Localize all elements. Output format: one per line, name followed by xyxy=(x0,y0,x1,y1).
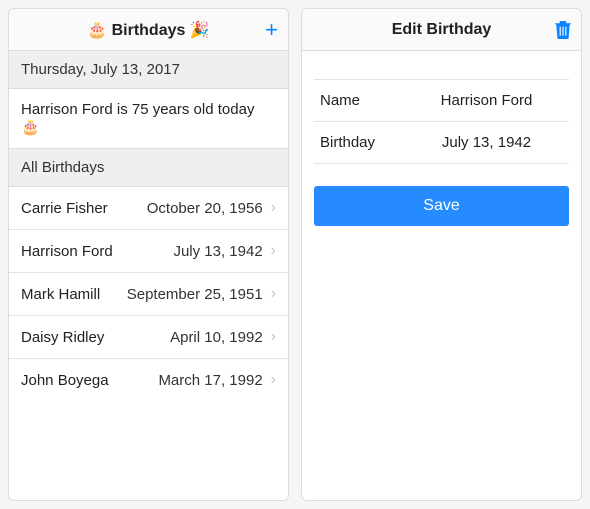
list-item[interactable]: Daisy RidleyApril 10, 1992› xyxy=(9,316,288,359)
birthday-field-label: Birthday xyxy=(320,134,410,151)
list-item-name: Mark Hamill xyxy=(21,286,100,303)
list-item-name: Daisy Ridley xyxy=(21,329,104,346)
add-birthday-button[interactable]: + xyxy=(265,9,278,50)
detail-title: Edit Birthday xyxy=(392,21,492,39)
chevron-right-icon: › xyxy=(271,199,276,217)
today-message: Harrison Ford is 75 years old today 🎂 xyxy=(9,89,288,149)
edit-birthday-panel: Edit Birthday Name Harrison Ford Birthda… xyxy=(301,8,582,501)
birthday-field-value: July 13, 1942 xyxy=(410,134,563,151)
birthday-list: Carrie FisherOctober 20, 1956›Harrison F… xyxy=(9,187,288,401)
list-title: 🎂 Birthdays 🎉 xyxy=(87,20,210,40)
chevron-right-icon: › xyxy=(271,328,276,346)
birthday-field-row[interactable]: Birthday July 13, 1942 xyxy=(314,122,569,164)
chevron-right-icon: › xyxy=(271,285,276,303)
list-item-date: April 10, 1992 xyxy=(104,329,270,346)
birthdays-list-panel: 🎂 Birthdays 🎉 + Thursday, July 13, 2017 … xyxy=(8,8,289,501)
save-button[interactable]: Save xyxy=(314,186,569,226)
delete-birthday-button[interactable] xyxy=(555,9,571,50)
today-section-header: Thursday, July 13, 2017 xyxy=(9,51,288,89)
list-item-name: Harrison Ford xyxy=(21,243,113,260)
all-birthdays-section-header: All Birthdays xyxy=(9,149,288,187)
list-item[interactable]: Mark HamillSeptember 25, 1951› xyxy=(9,273,288,316)
list-item-date: September 25, 1951 xyxy=(100,286,271,303)
name-field-row[interactable]: Name Harrison Ford xyxy=(314,79,569,122)
trash-icon xyxy=(555,21,571,39)
list-item-date: October 20, 1956 xyxy=(108,200,271,217)
list-item-date: July 13, 1942 xyxy=(113,243,271,260)
detail-body: Name Harrison Ford Birthday July 13, 194… xyxy=(302,51,581,238)
chevron-right-icon: › xyxy=(271,242,276,260)
list-item-date: March 17, 1992 xyxy=(109,372,271,389)
detail-titlebar: Edit Birthday xyxy=(302,9,581,51)
cake-icon: 🎂 xyxy=(87,22,107,39)
list-titlebar: 🎂 Birthdays 🎉 + xyxy=(9,9,288,51)
party-icon: 🎉 xyxy=(190,22,210,39)
list-item-name: John Boyega xyxy=(21,372,109,389)
list-item[interactable]: John BoyegaMarch 17, 1992› xyxy=(9,359,288,401)
name-field-label: Name xyxy=(320,92,410,109)
list-item-name: Carrie Fisher xyxy=(21,200,108,217)
list-title-text: Birthdays xyxy=(112,22,186,39)
field-group: Name Harrison Ford Birthday July 13, 194… xyxy=(314,79,569,164)
list-item[interactable]: Harrison FordJuly 13, 1942› xyxy=(9,230,288,273)
chevron-right-icon: › xyxy=(271,371,276,389)
list-item[interactable]: Carrie FisherOctober 20, 1956› xyxy=(9,187,288,230)
name-field-value: Harrison Ford xyxy=(410,92,563,109)
